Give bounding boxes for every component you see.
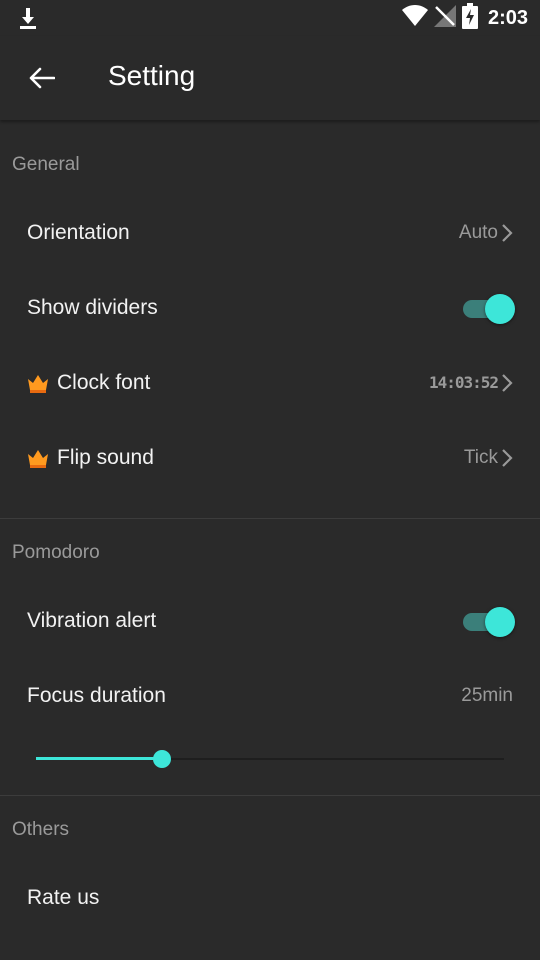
download-icon <box>16 6 40 30</box>
crown-icon <box>28 374 48 393</box>
clock-font-label: Clock font <box>57 370 151 394</box>
crown-icon <box>28 449 48 468</box>
app-bar: Setting <box>0 36 540 120</box>
vibration-alert-row[interactable]: Vibration alert <box>0 583 540 658</box>
chevron-right-icon <box>502 373 513 392</box>
no-signal-icon <box>433 4 456 32</box>
section-divider <box>0 795 540 796</box>
focus-duration-slider[interactable] <box>36 744 504 774</box>
page-title: Setting <box>108 60 196 91</box>
chevron-right-icon <box>502 448 513 467</box>
show-dividers-row[interactable]: Show dividers <box>0 270 540 345</box>
flip-sound-value: Tick <box>463 446 498 468</box>
section-divider <box>0 518 540 519</box>
status-bar: 2:03 <box>0 0 540 36</box>
clock-font-row[interactable]: Clock font 14:03:52 <box>0 345 540 420</box>
arrow-back-icon <box>29 67 55 89</box>
section-header-others: Others <box>12 819 70 840</box>
focus-duration-label: Focus duration <box>27 683 166 707</box>
show-dividers-toggle[interactable] <box>463 291 515 325</box>
slider-thumb[interactable] <box>153 750 172 768</box>
orientation-value: Auto <box>458 221 498 243</box>
slider-fill <box>36 757 163 760</box>
flip-sound-label: Flip sound <box>57 445 154 469</box>
rate-us-label: Rate us <box>27 885 100 909</box>
orientation-row[interactable]: Orientation Auto <box>0 195 540 270</box>
focus-duration-value: 25min <box>461 684 513 706</box>
clock-font-value: 14:03:52 <box>428 373 499 392</box>
flip-sound-row[interactable]: Flip sound Tick <box>0 420 540 495</box>
chevron-right-icon <box>502 223 513 242</box>
wifi-icon <box>401 4 428 32</box>
status-time: 2:03 <box>487 6 528 29</box>
focus-duration-row: Focus duration 25min <box>0 658 540 733</box>
vibration-alert-toggle[interactable] <box>463 604 515 638</box>
section-header-pomodoro: Pomodoro <box>12 542 100 563</box>
vibration-alert-label: Vibration alert <box>27 608 157 632</box>
toggle-knob <box>485 606 515 637</box>
battery-charging-icon <box>461 2 478 34</box>
rate-us-row[interactable]: Rate us <box>0 860 540 935</box>
back-button[interactable] <box>22 58 62 98</box>
section-header-general: General <box>12 154 80 175</box>
orientation-label: Orientation <box>27 220 130 244</box>
show-dividers-label: Show dividers <box>27 295 158 319</box>
toggle-knob <box>485 293 515 324</box>
